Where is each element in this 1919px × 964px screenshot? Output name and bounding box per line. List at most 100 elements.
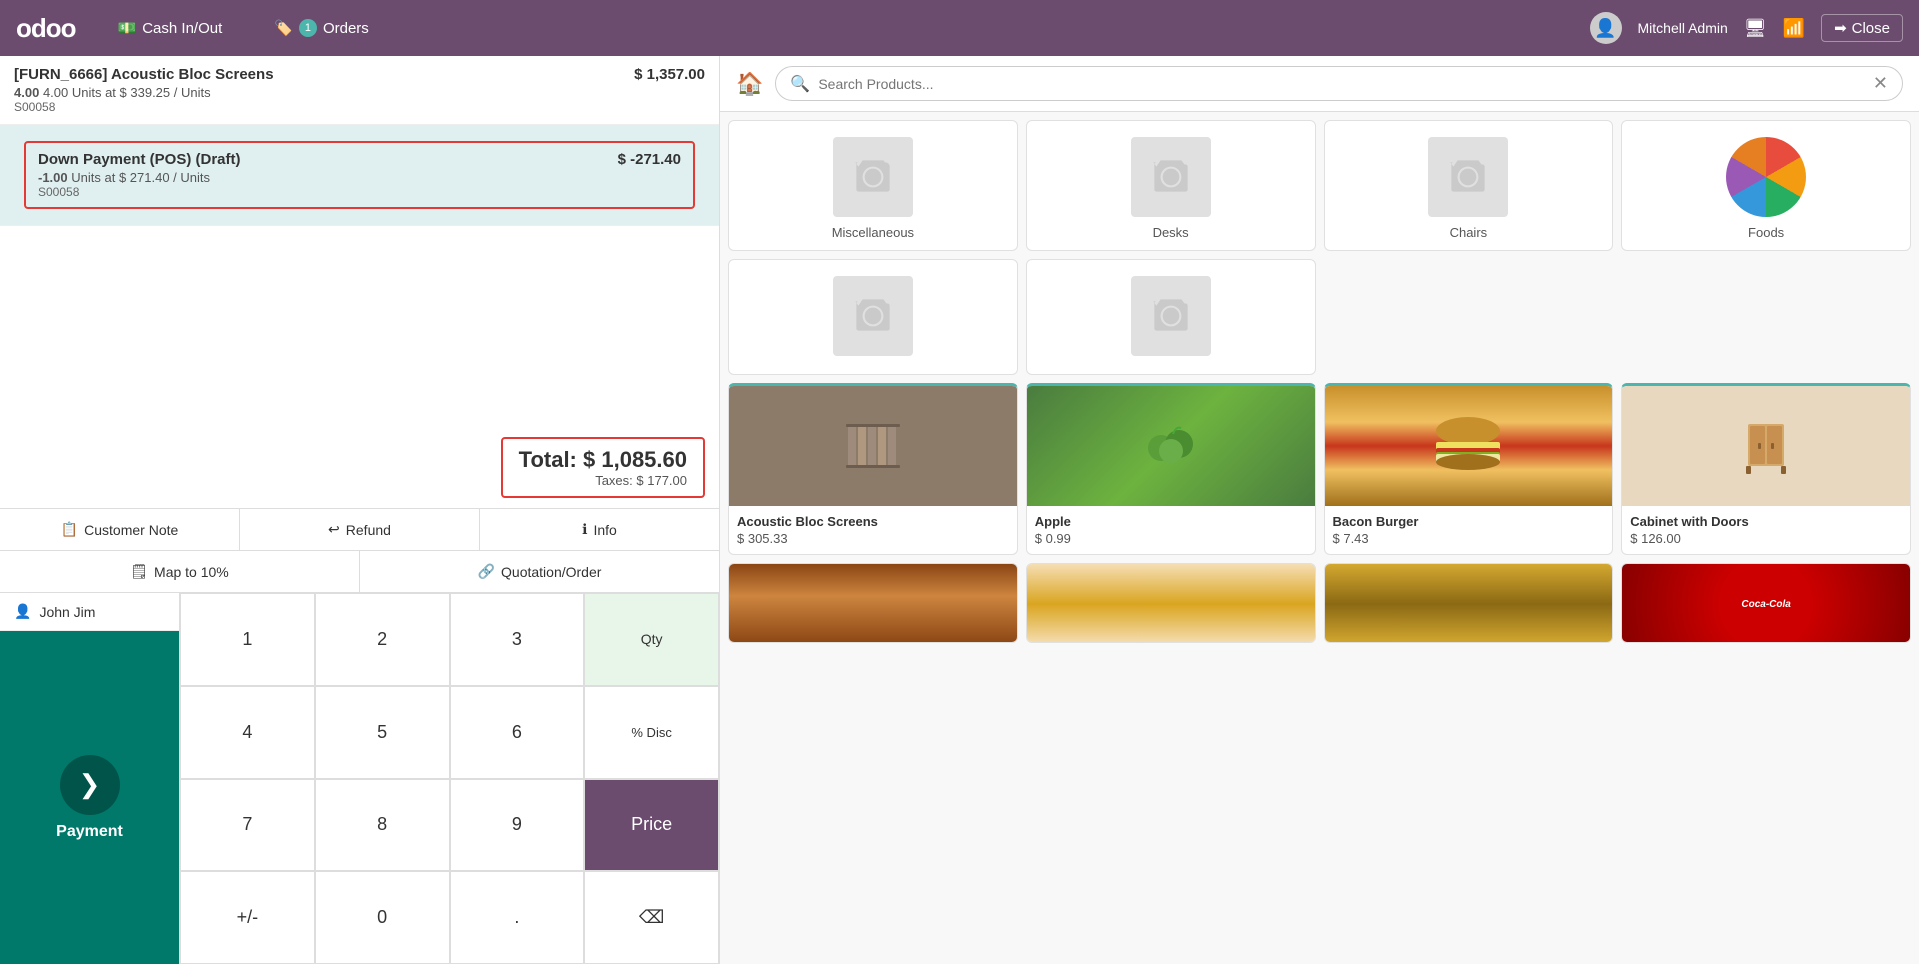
left-panel: [FURN_6666] Acoustic Bloc Screens $ 1,35… xyxy=(0,56,720,964)
burger-name: Bacon Burger xyxy=(1333,514,1605,529)
close-button[interactable]: ➡ Close xyxy=(1821,14,1903,42)
payment-button[interactable]: ❯ Payment xyxy=(0,631,179,964)
num-7-button[interactable]: 7 xyxy=(180,779,315,872)
link-icon: 🔗 xyxy=(478,563,495,580)
map-10-button[interactable]: 🗒 Map to 10% xyxy=(0,551,360,592)
product-apple[interactable]: Apple $ 0.99 xyxy=(1026,383,1316,555)
burger2-image xyxy=(729,564,1017,643)
num-1-button[interactable]: 1 xyxy=(180,593,315,686)
num-8-button[interactable]: 8 xyxy=(315,779,450,872)
extra-1-image xyxy=(833,276,913,356)
num-2-button[interactable]: 2 xyxy=(315,593,450,686)
sandwich-image xyxy=(1027,564,1315,643)
order-line-1[interactable]: [FURN_6666] Acoustic Bloc Screens $ 1,35… xyxy=(0,56,719,125)
right-topbar: 🏠 🔍 ✕ xyxy=(720,56,1919,112)
search-input[interactable] xyxy=(818,76,1865,92)
right-panel: 🏠 🔍 ✕ + Miscellaneous xyxy=(720,56,1919,964)
num-4-button[interactable]: 4 xyxy=(180,686,315,779)
info-icon: ℹ xyxy=(582,521,587,538)
category-foods[interactable]: Foods xyxy=(1621,120,1911,251)
customer-note-button[interactable]: 📋 Customer Note xyxy=(0,509,240,550)
acoustic-image xyxy=(729,386,1017,506)
total-taxes: Taxes: $ 177.00 xyxy=(519,473,687,488)
cabinet-name: Cabinet with Doors xyxy=(1630,514,1902,529)
nav-right-area: 👤 Mitchell Admin 🖥 📶 ➡ Close xyxy=(1590,12,1903,44)
total-amount: Total: $ 1,085.60 xyxy=(519,447,687,473)
numpad-area: 👤 John Jim ❯ Payment 1 2 3 Qty 4 xyxy=(0,593,719,964)
miscellaneous-image: + xyxy=(833,137,913,217)
product-sandwich[interactable] xyxy=(1026,563,1316,643)
customer-name: John Jim xyxy=(39,604,95,620)
chairs-label: Chairs xyxy=(1450,225,1488,240)
order-lines: [FURN_6666] Acoustic Bloc Screens $ 1,35… xyxy=(0,56,719,427)
order-line-2[interactable]: Down Payment (POS) (Draft) $ -271.40 -1.… xyxy=(0,125,719,226)
product-cabinet[interactable]: Cabinet with Doors $ 126.00 xyxy=(1621,383,1911,555)
refund-icon: ↩ xyxy=(328,521,340,538)
price-button[interactable]: Price xyxy=(584,779,719,872)
num-6-button[interactable]: 6 xyxy=(450,686,585,779)
down-payment-name: Down Payment (POS) (Draft) xyxy=(38,151,241,168)
main-area: [FURN_6666] Acoustic Bloc Screens $ 1,35… xyxy=(0,56,1919,964)
num-9-button[interactable]: 9 xyxy=(450,779,585,872)
refund-button[interactable]: ↩ Refund xyxy=(240,509,480,550)
acoustic-info: Acoustic Bloc Screens $ 305.33 xyxy=(729,506,1017,554)
extra-buttons: 🗒 Map to 10% 🔗 Quotation/Order xyxy=(0,551,719,593)
order-line-1-detail: 4.00 4.00 Units at $ 339.25 / Units xyxy=(14,85,705,100)
cabinet-image xyxy=(1622,386,1910,506)
desks-label: Desks xyxy=(1153,225,1189,240)
close-arrow-icon: ➡ xyxy=(1834,19,1847,37)
foods-image xyxy=(1726,137,1806,217)
bread-image xyxy=(1325,564,1613,643)
apple-price: $ 0.99 xyxy=(1035,531,1307,546)
burger-info: Bacon Burger $ 7.43 xyxy=(1325,506,1613,554)
total-box: Total: $ 1,085.60 Taxes: $ 177.00 xyxy=(501,437,705,498)
category-desks[interactable]: Desks xyxy=(1026,120,1316,251)
user-name: Mitchell Admin xyxy=(1638,20,1728,36)
action-buttons: 📋 Customer Note ↩ Refund ℹ Info xyxy=(0,508,719,551)
num-plusminus-button[interactable]: +/- xyxy=(180,871,315,964)
numpad-row-3: 7 8 9 Price xyxy=(180,779,719,872)
cabinet-info: Cabinet with Doors $ 126.00 xyxy=(1622,506,1910,554)
monitor-icon[interactable]: 🖥 xyxy=(1744,18,1767,39)
product-bread[interactable] xyxy=(1324,563,1614,643)
order-line-1-so: S00058 xyxy=(14,100,705,114)
order-line-1-price: $ 1,357.00 xyxy=(634,66,705,83)
num-3-button[interactable]: 3 xyxy=(450,593,585,686)
clear-search-button[interactable]: ✕ xyxy=(1873,73,1888,94)
product-coca[interactable]: Coca-Cola xyxy=(1621,563,1911,643)
category-chairs[interactable]: Chairs xyxy=(1324,120,1614,251)
orders-icon: 🏷️ xyxy=(274,19,293,37)
orders-nav[interactable]: 🏷️ 1 Orders xyxy=(264,13,379,43)
info-button[interactable]: ℹ Info xyxy=(480,509,719,550)
extra-2-image xyxy=(1131,276,1211,356)
search-wrapper: 🔍 ✕ xyxy=(775,66,1903,101)
person-icon: 👤 xyxy=(14,603,31,620)
num-dot-button[interactable]: . xyxy=(450,871,585,964)
category-extra-2[interactable] xyxy=(1026,259,1316,375)
down-payment-so: S00058 xyxy=(38,185,681,199)
note-icon: 📋 xyxy=(61,521,78,538)
customer-info[interactable]: 👤 John Jim xyxy=(0,593,179,631)
num-0-button[interactable]: 0 xyxy=(315,871,450,964)
product-acoustic[interactable]: Acoustic Bloc Screens $ 305.33 xyxy=(728,383,1018,555)
category-miscellaneous[interactable]: + Miscellaneous xyxy=(728,120,1018,251)
product-burger2[interactable] xyxy=(728,563,1018,643)
miscellaneous-label: Miscellaneous xyxy=(832,225,914,240)
qty-button[interactable]: Qty xyxy=(584,593,719,686)
category-extra-1[interactable] xyxy=(728,259,1018,375)
orders-badge: 1 xyxy=(299,19,317,37)
backspace-button[interactable]: ⌫ xyxy=(584,871,719,964)
burger-image xyxy=(1325,386,1613,506)
home-button[interactable]: 🏠 xyxy=(736,71,763,97)
acoustic-name: Acoustic Bloc Screens xyxy=(737,514,1009,529)
quotation-button[interactable]: 🔗 Quotation/Order xyxy=(360,551,719,592)
apple-image xyxy=(1027,386,1315,506)
customer-section: 👤 John Jim ❯ Payment xyxy=(0,593,180,964)
num-5-button[interactable]: 5 xyxy=(315,686,450,779)
disc-button[interactable]: % Disc xyxy=(584,686,719,779)
numpad-row-4: +/- 0 . ⌫ xyxy=(180,871,719,964)
numpad-row-2: 4 5 6 % Disc xyxy=(180,686,719,779)
cash-in-out-nav[interactable]: 💵 Cash In/Out xyxy=(108,13,233,43)
payment-label: Payment xyxy=(56,823,123,841)
product-bacon-burger[interactable]: Bacon Burger $ 7.43 xyxy=(1324,383,1614,555)
